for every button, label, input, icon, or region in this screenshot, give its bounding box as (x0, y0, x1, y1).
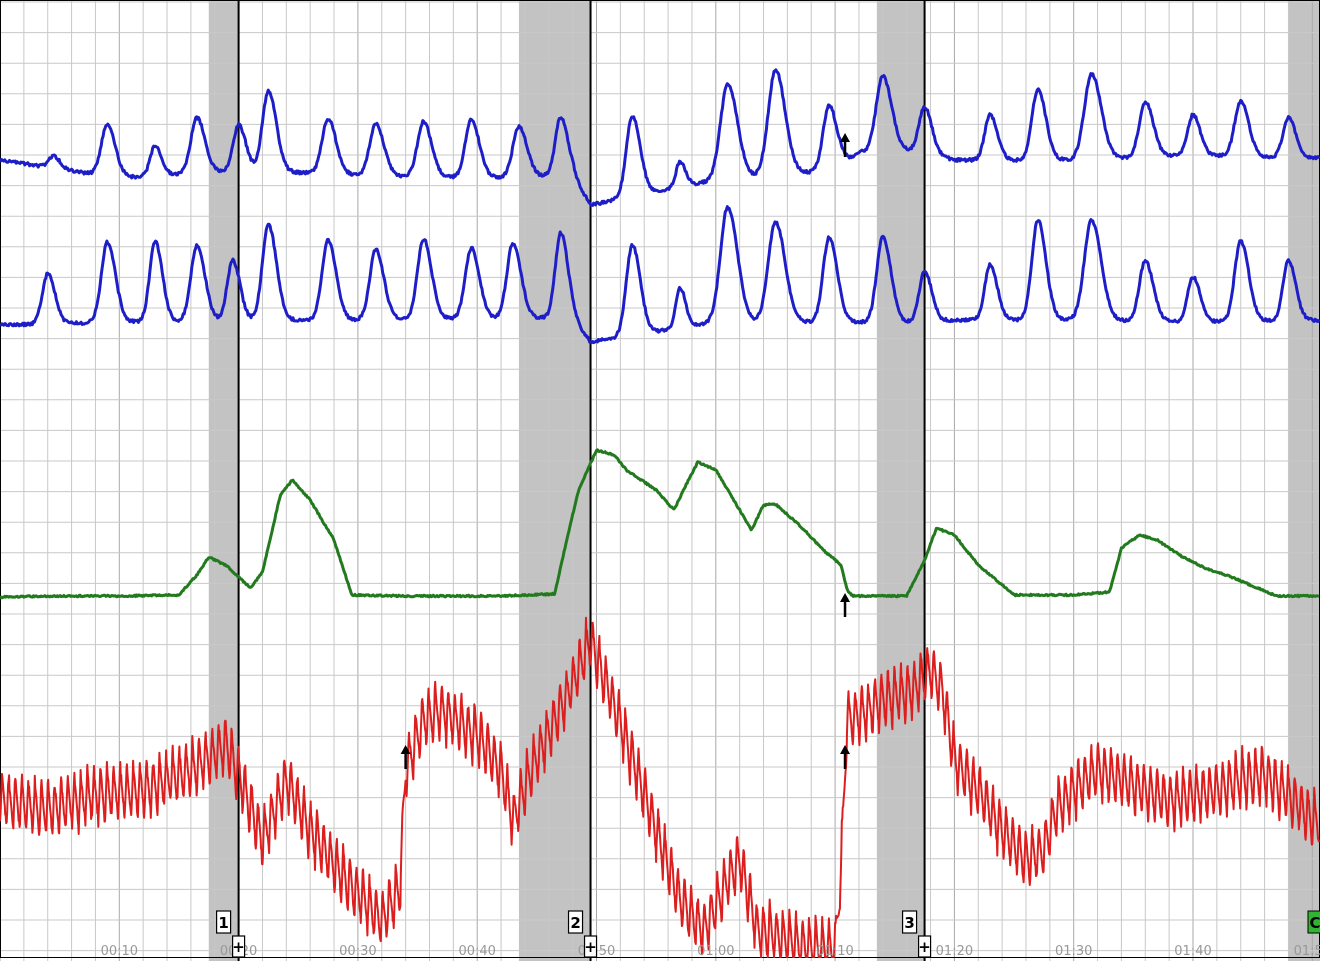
x-tick-label: 01:20 (936, 944, 973, 959)
arrow-marker-red (840, 745, 851, 769)
svg-text:+: + (232, 938, 245, 956)
question-3-label: 3 (901, 910, 918, 934)
x-tick-label: 01:10 (816, 944, 853, 959)
svg-text:C: C (1309, 914, 1320, 932)
polygraph-chart: 00:1000:2000:3000:4000:5001:0001:1001:20… (0, 0, 1320, 961)
grid-layer (0, 0, 1320, 961)
x-tick-label: 01:50 (1294, 944, 1320, 959)
svg-text:1: 1 (218, 914, 228, 932)
svg-text:+: + (918, 938, 931, 956)
x-tick-label: 00:40 (458, 944, 495, 959)
svg-text:+: + (584, 938, 597, 956)
svg-text:2: 2 (570, 914, 580, 932)
x-tick-label: 00:10 (101, 944, 138, 959)
x-tick-label: 01:40 (1174, 944, 1211, 959)
answer-1-mark: + (232, 935, 246, 958)
x-tick-label: 01:30 (1055, 944, 1092, 959)
question-1-label: 1 (216, 910, 232, 934)
x-tick-label: 00:30 (339, 944, 376, 959)
arrow-markers-layer (400, 133, 851, 769)
svg-text:3: 3 (904, 914, 914, 932)
arrow-marker-green (840, 593, 851, 617)
x-tick-label: 01:00 (697, 944, 734, 959)
end-label: C (1307, 910, 1320, 934)
answer-3-mark: + (917, 935, 932, 958)
question-2-label: 2 (567, 910, 584, 934)
answer-2-mark: + (583, 935, 598, 958)
